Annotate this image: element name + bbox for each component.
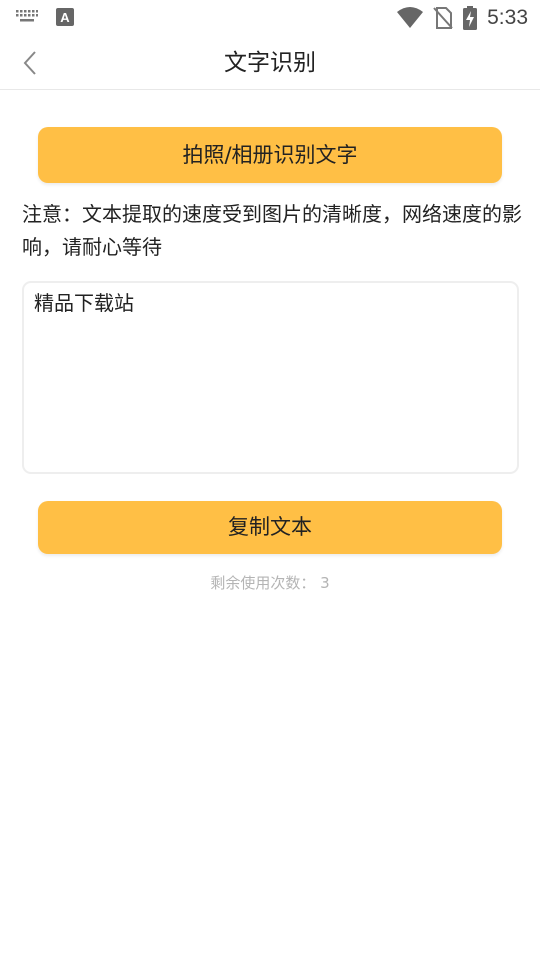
chevron-left-icon xyxy=(23,51,36,75)
svg-text:A: A xyxy=(60,10,70,25)
page-title: 文字识别 xyxy=(224,50,316,76)
copy-text-button[interactable]: 复制文本 xyxy=(38,501,502,554)
status-time: 5:33 xyxy=(487,6,528,29)
status-right-icons: 5:33 xyxy=(397,4,528,32)
nav-bar: 文字识别 xyxy=(0,36,540,90)
keyboard-icon xyxy=(16,10,38,22)
result-text-area[interactable]: 精品下载站 xyxy=(34,289,507,466)
status-bar: A 5:33 xyxy=(0,0,540,36)
result-text-box[interactable]: 精品下载站 xyxy=(22,281,519,474)
photo-album-ocr-button[interactable]: 拍照/相册识别文字 xyxy=(38,127,502,183)
font-notification-icon: A xyxy=(56,8,74,26)
remaining-uses-text: 剩余使用次数： 3 xyxy=(210,574,330,592)
status-left-icons: A xyxy=(16,8,74,26)
notice-text: 注意：文本提取的速度受到图片的清晰度，网络速度的影响，请耐心等待 xyxy=(22,202,522,259)
battery-charging-icon xyxy=(463,6,478,30)
wifi-icon xyxy=(397,7,424,28)
back-button[interactable] xyxy=(12,46,48,80)
no-sim-icon xyxy=(433,7,453,29)
